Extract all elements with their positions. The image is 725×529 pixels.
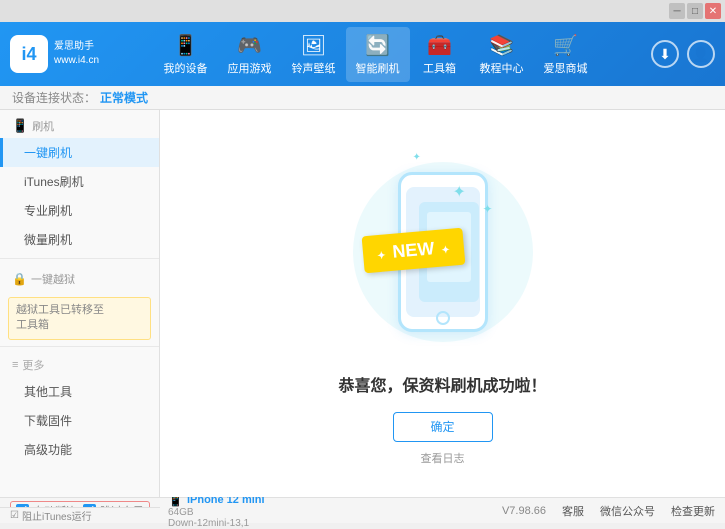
nav-store-label: 爱思商城 (544, 60, 588, 76)
nav-my-device-icon: 📱 (173, 33, 198, 58)
success-text: 恭喜您，保资料刷机成功啦！ (338, 372, 546, 396)
nav-wallpaper[interactable]: 🖼 铃声壁纸 (282, 27, 346, 82)
sidebar-item-pro-flash[interactable]: 专业刷机 (0, 196, 159, 225)
nav-smart-flash-icon: 🔄 (365, 33, 390, 58)
minimize-btn[interactable]: ─ (669, 3, 685, 19)
itunes-checkbox-icon: ☑ (10, 510, 19, 521)
update-link[interactable]: 检查更新 (671, 503, 715, 519)
flash-group-icon: 📱 (12, 118, 28, 134)
itunes-notice-bar: ☑ 阻止iTunes运行 (0, 507, 160, 523)
nav-smart-flash[interactable]: 🔄 智能刷机 (346, 27, 410, 82)
logo-icon: i4 (10, 35, 48, 73)
notice-text: 越狱工具已转移至工具箱 (16, 304, 104, 331)
logo-line1: 爱思助手 (54, 40, 99, 54)
user-btn[interactable]: 👤 (687, 40, 715, 68)
nav-my-device-label: 我的设备 (164, 60, 208, 76)
itunes-notice-text: 阻止iTunes运行 (22, 508, 92, 523)
sparkle1: ✦ (453, 182, 466, 202)
nav-toolbox-label: 工具箱 (423, 60, 456, 76)
sidebar-item-dual-flash[interactable]: 微量刷机 (0, 225, 159, 254)
logo-text: 爱思助手 www.i4.cn (54, 40, 99, 68)
nav-wallpaper-label: 铃声壁纸 (292, 60, 336, 76)
version-text: V7.98.66 (502, 505, 546, 517)
more-group-label: 更多 (22, 357, 44, 373)
device-storage: 64GB (168, 507, 265, 518)
sidebar-item-one-click-flash[interactable]: 一键刷机 (0, 138, 159, 167)
nav-right: ⬇ 👤 (651, 40, 715, 68)
nav-tutorials-icon: 📚 (489, 33, 514, 58)
nav-wallpaper-icon: 🖼 (301, 33, 326, 58)
title-bar: ─ □ ✕ (0, 0, 725, 22)
nav-apps[interactable]: 🎮 应用游戏 (218, 27, 282, 82)
device-info: 📱 iPhone 12 mini 64GB Down-12mini-13,1 (168, 493, 265, 529)
nav-store-icon: 🛒 (553, 33, 578, 58)
sidebar-item-other-tools[interactable]: 其他工具 (0, 377, 159, 406)
nav-toolbox-icon: 🧰 (427, 33, 452, 58)
content-area: NEW ✦ ✦ ✦ 恭喜您，保资料刷机成功啦！ 确定 查看日志 (160, 110, 725, 497)
nav-tutorials-label: 教程中心 (480, 60, 524, 76)
sidebar-divider2 (0, 346, 159, 347)
sidebar-item-download-firmware[interactable]: 下载固件 (0, 406, 159, 435)
logo-line2: www.i4.cn (54, 54, 99, 68)
nav-toolbox[interactable]: 🧰 工具箱 (410, 27, 470, 82)
download-btn[interactable]: ⬇ (651, 40, 679, 68)
nav-store[interactable]: 🛒 爱思商城 (534, 27, 598, 82)
nav-items: 📱 我的设备 🎮 应用游戏 🖼 铃声壁纸 🔄 智能刷机 🧰 工具箱 📚 教程中心… (100, 27, 651, 82)
flash-group-label: 刷机 (32, 118, 54, 134)
wechat-link[interactable]: 微信公众号 (600, 503, 655, 519)
sidebar-group-flash: 📱 刷机 (0, 110, 159, 138)
notice-box: 越狱工具已转移至工具箱 (8, 297, 151, 340)
sidebar-jailbreak-group: 🔒 一键越狱 (0, 263, 159, 291)
maximize-btn[interactable]: □ (687, 3, 703, 19)
sidebar-divider1 (0, 258, 159, 259)
sparkle2: ✦ (413, 152, 421, 163)
confirm-button[interactable]: 确定 (393, 412, 493, 442)
success-illustration: NEW ✦ ✦ ✦ (353, 142, 533, 362)
nav-apps-icon: 🎮 (237, 33, 262, 58)
new-badge-text: NEW (391, 238, 435, 262)
nav-apps-label: 应用游戏 (228, 60, 272, 76)
nav-my-device[interactable]: 📱 我的设备 (154, 27, 218, 82)
logo-symbol: i4 (21, 44, 36, 65)
close-btn[interactable]: ✕ (705, 3, 721, 19)
support-link[interactable]: 客服 (562, 503, 584, 519)
jailbreak-label: 一键越狱 (31, 271, 75, 287)
header: i4 爱思助手 www.i4.cn 📱 我的设备 🎮 应用游戏 🖼 铃声壁纸 🔄… (0, 22, 725, 86)
status-bar: 设备连接状态： 正常模式 (0, 86, 725, 110)
bottom-right: V7.98.66 客服 微信公众号 检查更新 (502, 503, 715, 519)
main-layout: 📱 刷机 一键刷机 iTunes刷机 专业刷机 微量刷机 🔒 一键越狱 越狱工具… (0, 110, 725, 497)
logo-area: i4 爱思助手 www.i4.cn (10, 35, 100, 73)
sidebar-more-group: ≡ 更多 (0, 351, 159, 377)
more-group-icon: ≡ (12, 359, 18, 371)
nav-smart-flash-label: 智能刷机 (356, 60, 400, 76)
status-value: 正常模式 (100, 89, 148, 106)
sparkle3: ✦ (483, 202, 493, 216)
sidebar-item-itunes-flash[interactable]: iTunes刷机 (0, 167, 159, 196)
sidebar: 📱 刷机 一键刷机 iTunes刷机 专业刷机 微量刷机 🔒 一键越狱 越狱工具… (0, 110, 160, 497)
view-log-link[interactable]: 查看日志 (421, 450, 465, 466)
sidebar-item-advanced[interactable]: 高级功能 (0, 435, 159, 464)
status-label: 设备连接状态： (12, 89, 96, 106)
phone-home-btn (436, 311, 450, 325)
nav-tutorials[interactable]: 📚 教程中心 (470, 27, 534, 82)
lock-icon: 🔒 (12, 272, 27, 286)
device-model: Down-12mini-13,1 (168, 518, 265, 529)
